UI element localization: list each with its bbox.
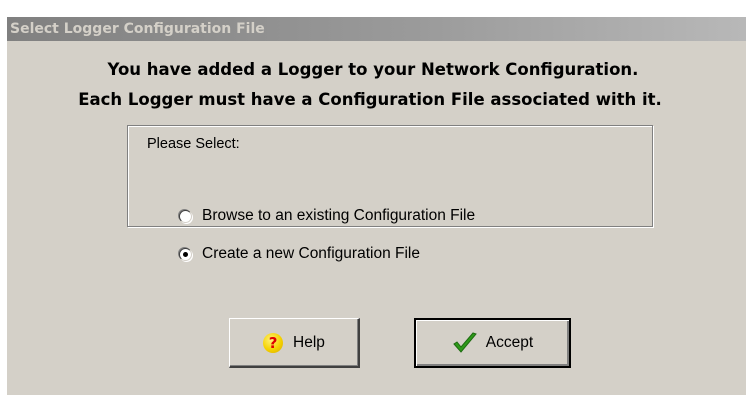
radio-create-new[interactable] <box>179 247 192 261</box>
option-browse-existing[interactable]: Browse to an existing Configuration File <box>179 206 475 226</box>
groupbox-label: Please Select: <box>145 136 242 152</box>
option-create-new-label[interactable]: Create a new Configuration File <box>202 245 420 263</box>
accept-button[interactable]: Accept <box>414 318 571 368</box>
option-create-new[interactable]: Create a new Configuration File <box>179 244 420 264</box>
help-question-icon: ? <box>263 332 284 353</box>
help-button-label: Help <box>293 333 325 351</box>
message-line-1: You have added a Logger to your Network … <box>107 60 639 79</box>
message-line-2: Each Logger must have a Configuration Fi… <box>78 90 662 109</box>
checkmark-icon <box>453 332 477 353</box>
radio-browse-existing[interactable] <box>179 209 192 223</box>
accept-button-label: Accept <box>485 334 534 351</box>
help-button[interactable]: ? Help <box>229 318 360 368</box>
dialog-titlebar[interactable]: Select Logger Configuration File <box>7 17 746 41</box>
option-browse-existing-label[interactable]: Browse to an existing Configuration File <box>202 207 475 225</box>
